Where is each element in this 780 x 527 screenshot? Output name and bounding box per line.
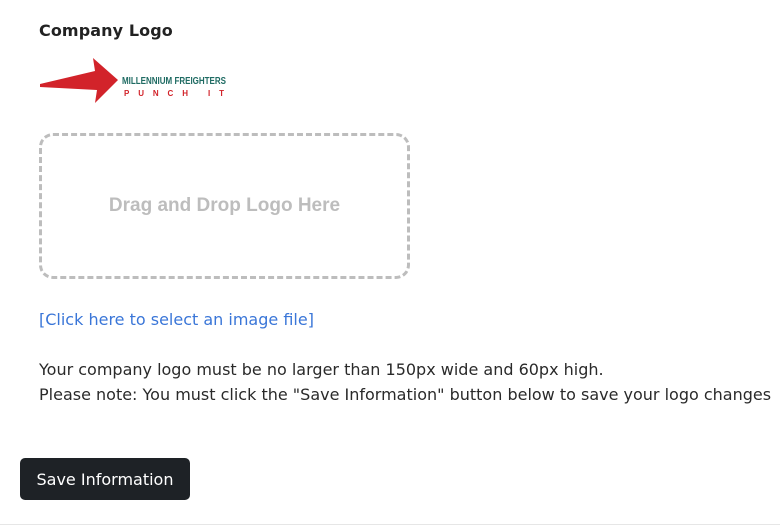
logo-size-limit-text: Your company logo must be no larger than…: [39, 360, 604, 379]
logo-dropzone[interactable]: Drag and Drop Logo Here: [39, 133, 410, 279]
dropzone-label: Drag and Drop Logo Here: [108, 195, 341, 216]
select-image-file-link[interactable]: [Click here to select an image file]: [39, 310, 314, 329]
company-logo-image: MILLENNIUM FREIGHTERS PUNCH IT: [40, 58, 230, 106]
logo-line2: PUNCH IT: [124, 89, 224, 98]
logo-settings-page: Company Logo MILLENNIUM FREIGHTERS PUNCH…: [0, 0, 780, 527]
save-reminder-text: Please note: You must click the "Save In…: [39, 385, 772, 404]
divider: [0, 524, 780, 525]
section-title: Company Logo: [39, 21, 173, 40]
save-information-button[interactable]: Save Information: [20, 458, 190, 500]
logo-line1: MILLENNIUM FREIGHTERS: [122, 76, 226, 87]
logo-arrow-icon: [40, 58, 118, 103]
